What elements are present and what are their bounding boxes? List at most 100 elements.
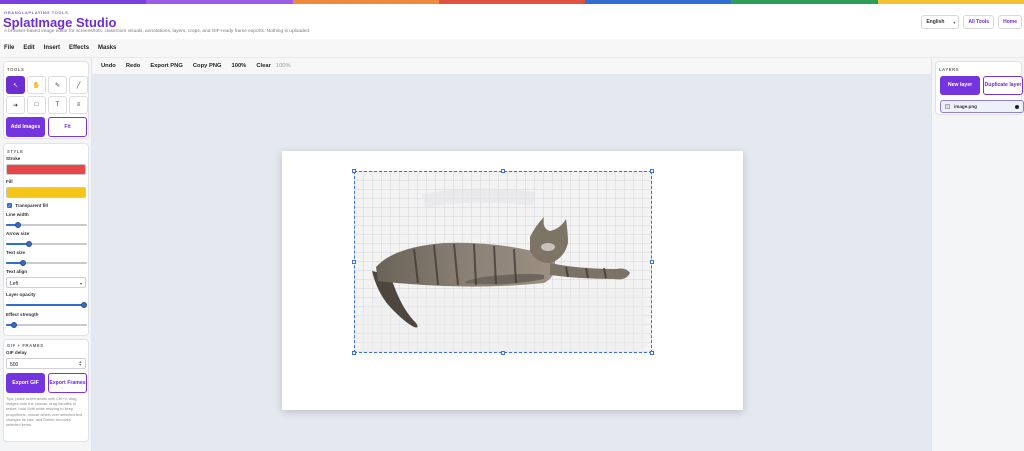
line-width-slider[interactable] [6,222,87,228]
menu-insert[interactable]: Insert [44,45,60,51]
redo-button[interactable]: Redo [126,63,141,69]
transparent-fill-checkbox[interactable]: ✓ [7,203,12,208]
export-frames-button[interactable]: Export Frames [48,373,87,393]
text-align-label: Text align [6,269,28,274]
layers-title: LAYERS [939,67,960,72]
undo-button[interactable]: Undo [101,63,116,69]
chevron-down-icon: ▾ [79,281,82,286]
menu-edit[interactable]: Edit [23,45,34,51]
tools-panel: TOOLS ↖ ✋ ✎ ╱ ➜ □ T ≡ Add Images Fit [3,61,89,139]
resize-handle-sw[interactable] [352,351,356,355]
line-tool-button[interactable]: ╱ [69,76,88,94]
arrow-tool-button[interactable]: ➜ [6,96,25,114]
language-select[interactable]: English ▾ [921,15,960,29]
menu-masks[interactable]: Masks [98,45,116,51]
gif-delay-input[interactable]: 500 ▲ ▼ [6,358,86,369]
line-tool-icon: ╱ [76,82,81,89]
hand-tool-button[interactable]: ✋ [27,76,46,94]
resize-handle-e[interactable] [650,260,654,264]
selection-box[interactable] [352,169,654,355]
effect-strength-slider[interactable] [6,322,87,328]
text-size-slider[interactable] [6,260,87,266]
layer-thumbnail-icon [945,104,950,109]
arrow-tool-icon: ➜ [12,102,19,109]
duplicate-layer-button[interactable]: Duplicate layer [983,76,1023,95]
fit-button[interactable]: Fit [48,117,87,137]
canvas-area[interactable] [92,75,931,451]
export-png-button[interactable]: Export PNG [150,63,183,69]
visibility-icon[interactable] [1015,105,1019,109]
hand-tool-icon: ✋ [32,82,41,89]
add-images-button[interactable]: Add Images [6,117,45,137]
fill-color-picker[interactable] [6,187,86,198]
layer-opacity-label: Layer opacity [6,292,36,297]
layer-item[interactable]: image.png [940,100,1024,113]
slider-thumb[interactable] [26,241,32,247]
menu-effects[interactable]: Effects [69,45,89,51]
home-button[interactable]: Home [998,15,1022,29]
app-subtitle: A browser-based image editor for screens… [4,29,311,34]
zoom-readout: 100% [275,63,291,69]
resize-handle-n[interactable] [501,169,505,173]
menu-file[interactable]: File [4,45,14,51]
text-tool-button[interactable]: T [48,96,67,114]
line-width-label: Line width [6,212,29,217]
language-value: English [926,19,945,25]
slider-fill [6,304,84,306]
blur-tool-button[interactable]: ≡ [69,96,88,114]
tips-text: Tips: paste screenshots with Ctrl+V, dra… [6,396,83,428]
style-title: STYLE [7,149,24,154]
export-gif-button[interactable]: Export GIF [6,373,45,393]
stroke-label: Stroke [6,156,21,161]
transparent-fill-label: Transparent fill [15,203,48,208]
zoom-reset-button[interactable]: 100% [232,63,247,69]
resize-handle-ne[interactable] [650,169,654,173]
header-actions: English ▾ All Tools Home [921,15,1022,29]
gif-delay-value: 500 [10,362,19,368]
blur-tool-icon: ≡ [76,102,81,108]
style-panel: STYLE Stroke Fill ✓ Transparent fill Lin… [3,143,89,336]
layers-sidebar: LAYERS New layer Duplicate layer image.p… [931,58,1024,451]
copy-png-button[interactable]: Copy PNG [193,63,222,69]
all-tools-button[interactable]: All Tools [963,15,995,29]
resize-handle-s[interactable] [501,351,505,355]
arrow-size-label: Arrow size [6,231,30,236]
stroke-color-picker[interactable] [6,164,86,175]
text-size-label: Text size [6,250,26,255]
new-layer-button[interactable]: New layer [940,76,980,95]
tools-title: TOOLS [7,67,25,72]
effect-strength-label: Effect strength [6,312,39,317]
text-align-value: Left [10,281,19,287]
text-align-select[interactable]: Left ▾ [6,277,86,288]
slider-thumb[interactable] [81,302,87,308]
text-tool-icon: T [55,102,60,108]
arrow-size-slider[interactable] [6,241,87,247]
slider-thumb[interactable] [11,322,17,328]
spinner-icon[interactable]: ▲ ▼ [78,360,82,367]
layer-opacity-slider[interactable] [6,302,87,308]
select-tool-button[interactable]: ↖ [6,76,25,94]
app-title: SplatImage Studio [3,15,117,30]
gif-delay-label: GIF delay [6,350,27,355]
canvas-document[interactable] [282,151,743,410]
pencil-tool-icon: ✎ [54,82,61,89]
chevron-down-icon: ▾ [953,20,956,25]
app-header: GRANOLAPLAYING TOOLS SplatImage Studio A… [0,4,1024,39]
select-tool-icon: ↖ [12,82,19,89]
rectangle-tool-button[interactable]: □ [27,96,46,114]
slider-thumb[interactable] [15,222,21,228]
resize-handle-nw[interactable] [352,169,356,173]
rectangle-tool-icon: □ [34,102,39,108]
slider-thumb[interactable] [20,260,26,266]
layers-panel: LAYERS New layer Duplicate layer image.p… [935,61,1024,115]
clear-button[interactable]: Clear [256,63,271,69]
canvas-toolbar: Undo Redo Export PNG Copy PNG 100% Clear… [92,58,931,75]
pencil-tool-button[interactable]: ✎ [48,76,67,94]
menu-bar: File Edit Insert Effects Masks [0,39,1024,58]
left-sidebar: TOOLS ↖ ✋ ✎ ╱ ➜ □ T ≡ Add Images Fit STY… [0,58,92,451]
resize-handle-se[interactable] [650,351,654,355]
gif-frames-title: GIF + FRAMES [7,343,44,348]
resize-handle-w[interactable] [352,260,356,264]
layer-name: image.png [954,104,977,109]
gif-frames-panel: GIF + FRAMES GIF delay 500 ▲ ▼ Export GIF… [3,339,89,442]
